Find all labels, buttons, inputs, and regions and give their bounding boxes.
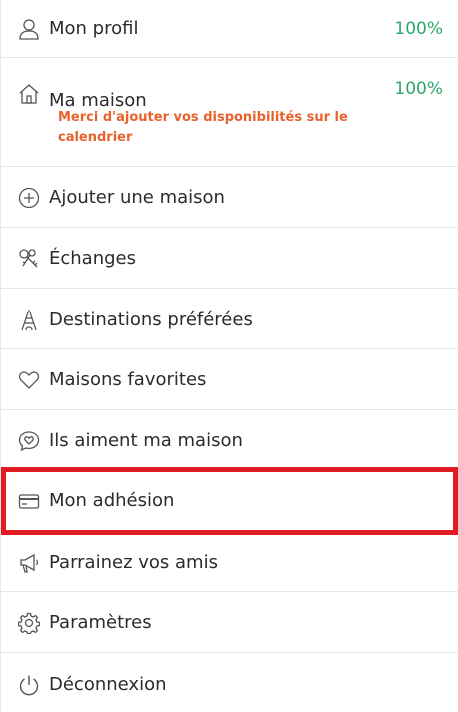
menu-item-label: Destinations préférées xyxy=(49,309,253,330)
account-menu: Mon profil 100% Ma maison 100% Merci d'a… xyxy=(0,0,458,712)
menu-item-exchanges[interactable]: Échanges xyxy=(1,228,458,289)
menu-item-label: Mon adhésion xyxy=(49,490,175,511)
menu-item-label: Ajouter une maison xyxy=(49,187,225,208)
credit-card-icon xyxy=(18,490,40,512)
menu-item-label: Maisons favorites xyxy=(49,369,207,390)
power-icon xyxy=(18,674,40,696)
menu-item-favorite-destinations[interactable]: Destinations préférées xyxy=(1,289,458,349)
keys-icon xyxy=(18,248,40,270)
menu-item-settings[interactable]: Paramètres xyxy=(1,592,458,653)
eiffel-tower-icon xyxy=(18,309,40,331)
menu-item-label: Échanges xyxy=(49,248,136,269)
menu-item-label: Déconnexion xyxy=(49,674,167,695)
menu-item-membership[interactable]: Mon adhésion xyxy=(1,471,458,532)
menu-item-profile[interactable]: Mon profil 100% xyxy=(1,0,458,58)
house-icon xyxy=(18,83,40,105)
menu-item-add-house[interactable]: Ajouter une maison xyxy=(1,167,458,228)
menu-item-label: Paramètres xyxy=(49,612,152,633)
menu-item-they-like-my-house[interactable]: Ils aiment ma maison xyxy=(1,410,458,471)
plus-circle-icon xyxy=(18,187,40,209)
heart-bubble-icon xyxy=(18,430,40,452)
heart-icon xyxy=(18,369,40,391)
menu-item-label: Parrainez vos amis xyxy=(49,552,218,573)
gear-icon xyxy=(18,612,40,634)
menu-item-favorite-houses[interactable]: Maisons favorites xyxy=(1,349,458,410)
completion-percent: 100% xyxy=(394,19,443,39)
menu-item-refer-friends[interactable]: Parrainez vos amis xyxy=(1,532,458,592)
menu-item-label: Ils aiment ma maison xyxy=(49,430,243,451)
megaphone-icon xyxy=(18,552,40,574)
menu-item-my-house[interactable]: Ma maison 100% Merci d'ajouter vos dispo… xyxy=(1,58,458,167)
menu-item-label: Mon profil xyxy=(49,18,139,39)
menu-item-logout[interactable]: Déconnexion xyxy=(1,653,458,712)
availability-reminder[interactable]: Merci d'ajouter vos disponibilités sur l… xyxy=(58,108,358,148)
completion-percent: 100% xyxy=(394,79,443,99)
user-icon xyxy=(18,18,40,40)
